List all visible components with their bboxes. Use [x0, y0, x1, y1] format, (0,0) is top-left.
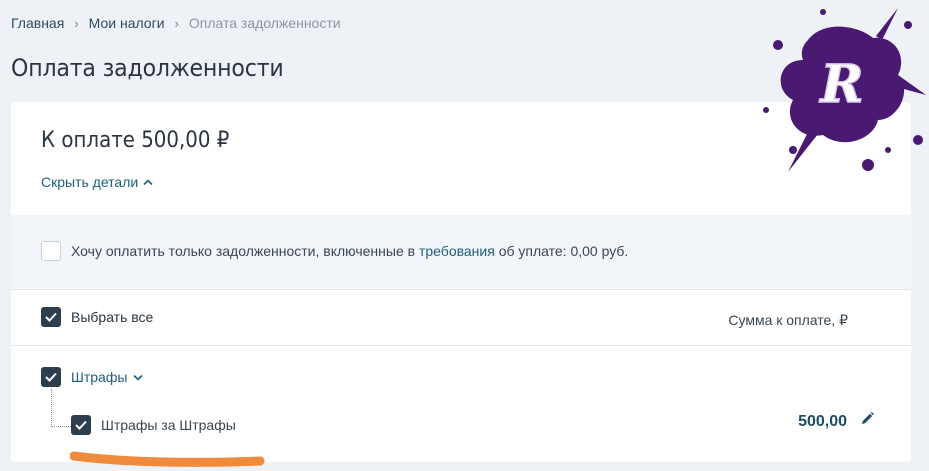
check-icon — [45, 372, 57, 382]
breadcrumb-separator: › — [74, 15, 79, 31]
select-all-row[interactable]: Выбрать все — [41, 307, 153, 327]
requirement-filter-row[interactable]: Хочу оплатить только задолженности, вклю… — [41, 241, 628, 261]
group-fines-checkbox[interactable] — [41, 367, 61, 387]
requirement-filter-text: Хочу оплатить только задолженности, вклю… — [71, 243, 628, 259]
splash-logo-r: R — [763, 8, 926, 172]
pencil-icon[interactable] — [859, 411, 875, 427]
chevron-down-icon[interactable] — [133, 374, 143, 381]
breadcrumb-current: Оплата задолженности — [188, 15, 341, 31]
group-row-fines[interactable]: Штрафы — [41, 367, 143, 387]
list-item[interactable]: Штрафы за Штрафы — [71, 415, 236, 435]
highlight-underline — [70, 451, 265, 467]
page: Главная › Мои налоги › Оплата задолженно… — [0, 0, 929, 471]
breadcrumb-home[interactable]: Главная — [11, 15, 64, 31]
select-all-label: Выбрать все — [71, 309, 154, 325]
amount-to-pay: К оплате 500,00 ₽ — [41, 128, 230, 153]
item-checkbox[interactable] — [71, 415, 91, 435]
item-label: Штрафы за Штрафы — [101, 417, 236, 433]
amount-column-header: Сумма к оплате, ₽ — [728, 312, 848, 328]
requirement-filter-checkbox[interactable] — [41, 241, 61, 261]
breadcrumb-my-taxes[interactable]: Мои налоги — [89, 15, 165, 31]
group-fines-label[interactable]: Штрафы — [71, 369, 127, 385]
requirement-filter-band: Хочу оплатить только задолженности, вклю… — [11, 215, 911, 290]
page-title: Оплата задолженности — [11, 54, 284, 82]
requirement-text-after: об уплате: 0,00 руб. — [494, 243, 629, 259]
tree-connector — [51, 389, 71, 427]
chevron-up-icon — [143, 179, 153, 186]
requirements-link[interactable]: требования — [419, 243, 495, 259]
check-icon — [45, 312, 57, 322]
check-icon — [75, 420, 87, 430]
select-all-checkbox[interactable] — [41, 307, 61, 327]
breadcrumb-separator: › — [174, 15, 179, 31]
hide-details-link[interactable]: Скрыть детали — [41, 174, 153, 190]
requirement-text-before: Хочу оплатить только задолженности, вклю… — [71, 243, 419, 259]
breadcrumb: Главная › Мои налоги › Оплата задолженно… — [11, 15, 341, 31]
hide-details-label: Скрыть детали — [41, 174, 139, 190]
watermark-letter: R — [818, 54, 863, 115]
divider — [11, 345, 911, 346]
item-amount: 500,00 — [798, 413, 847, 430]
